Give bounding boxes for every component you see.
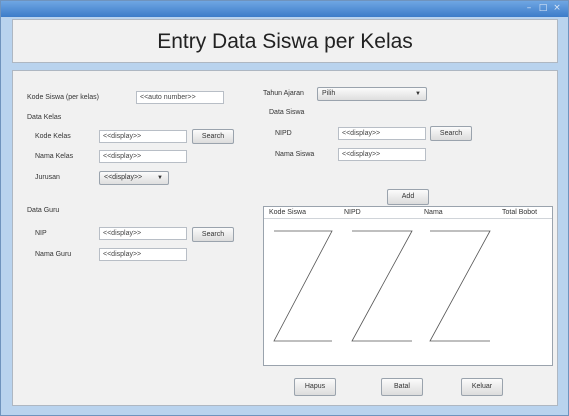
nama-guru-label: Nama Guru <box>35 251 72 258</box>
data-siswa-section-label: Data Siswa <box>269 109 305 116</box>
tahun-ajaran-select[interactable]: Pilih ▼ <box>317 87 427 101</box>
minimize-icon[interactable]: – <box>524 3 534 13</box>
nama-siswa-label: Nama Siswa <box>275 151 315 158</box>
kode-kelas-label: Kode Kelas <box>35 133 71 140</box>
column-header-nipd[interactable]: NIPD <box>344 209 361 216</box>
siswa-table[interactable]: Kode Siswa NIPD Nama Total Bobot <box>263 206 553 366</box>
kode-siswa-field[interactable]: <<auto number>> <box>136 91 224 104</box>
jurusan-label: Jurusan <box>35 174 60 181</box>
header-panel: Entry Data Siswa per Kelas <box>12 19 558 63</box>
maximize-icon[interactable]: □ <box>538 3 548 13</box>
nipd-label: NIPD <box>275 130 292 137</box>
keluar-button[interactable]: Keluar <box>461 378 503 396</box>
chevron-down-icon: ▼ <box>157 175 163 181</box>
kode-siswa-label: Kode Siswa (per kelas) <box>27 94 99 101</box>
search-siswa-button[interactable]: Search <box>430 126 472 141</box>
chevron-down-icon: ▼ <box>415 91 421 97</box>
nip-field[interactable]: <<display>> <box>99 227 187 240</box>
nipd-field[interactable]: <<display>> <box>338 127 426 140</box>
column-header-total-bobot[interactable]: Total Bobot <box>502 209 537 216</box>
tahun-ajaran-value: Pilih <box>322 90 336 97</box>
jurusan-value: <<display>> <box>104 174 143 181</box>
search-guru-button[interactable]: Search <box>192 227 234 242</box>
title-bar: – □ × <box>1 1 568 17</box>
nama-guru-field[interactable]: <<display>> <box>99 248 187 261</box>
batal-button[interactable]: Batal <box>381 378 423 396</box>
search-kelas-button[interactable]: Search <box>192 129 234 144</box>
data-guru-section-label: Data Guru <box>27 207 60 214</box>
nama-kelas-label: Nama Kelas <box>35 153 74 160</box>
nip-label: NIP <box>35 230 47 237</box>
app-window: – □ × Entry Data Siswa per Kelas Kode Si… <box>0 0 569 416</box>
nama-kelas-field[interactable]: <<display>> <box>99 150 187 163</box>
page-title: Entry Data Siswa per Kelas <box>157 30 413 53</box>
hapus-button[interactable]: Hapus <box>294 378 336 396</box>
main-panel: Kode Siswa (per kelas) <<auto number>> T… <box>12 70 558 406</box>
jurusan-select[interactable]: <<display>> ▼ <box>99 171 169 185</box>
column-header-nama[interactable]: Nama <box>424 209 443 216</box>
table-header: Kode Siswa NIPD Nama Total Bobot <box>264 207 552 219</box>
window-controls: – □ × <box>524 3 562 13</box>
nama-siswa-field[interactable]: <<display>> <box>338 148 426 161</box>
data-kelas-section-label: Data Kelas <box>27 114 62 121</box>
tahun-ajaran-label: Tahun Ajaran <box>263 90 304 97</box>
empty-table-placeholder <box>273 230 491 342</box>
close-icon[interactable]: × <box>552 3 562 13</box>
add-button[interactable]: Add <box>387 189 429 205</box>
column-header-kode-siswa[interactable]: Kode Siswa <box>269 209 306 216</box>
kode-kelas-field[interactable]: <<display>> <box>99 130 187 143</box>
